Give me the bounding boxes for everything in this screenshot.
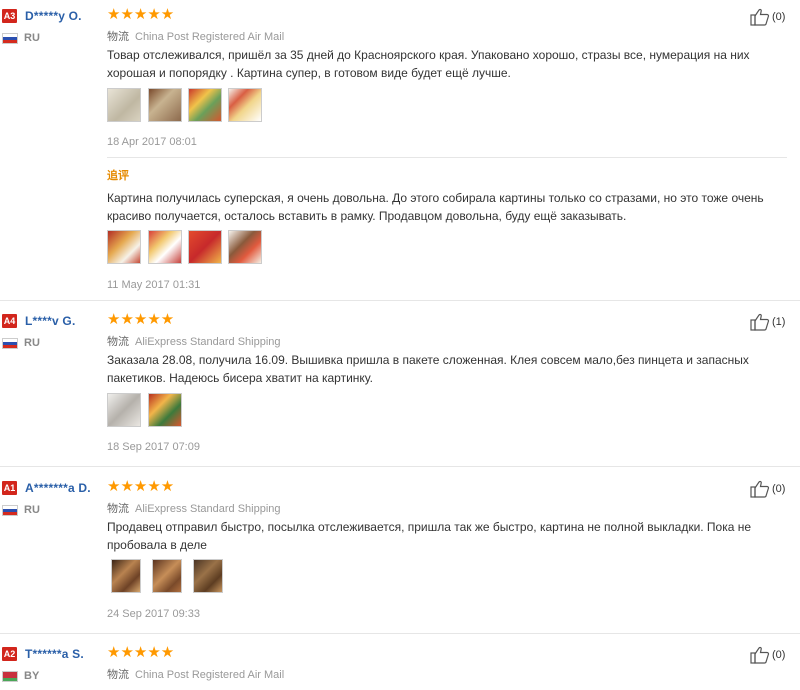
shipping-method: China Post Registered Air Mail [135, 669, 285, 681]
review-photo[interactable] [148, 393, 182, 427]
review-photo[interactable] [148, 230, 182, 264]
buyer-country: BY [24, 670, 40, 682]
buyer-name: A*******a D. [25, 481, 91, 495]
buyer-name: D*****y O. [25, 9, 82, 23]
buyer-name: T******a S. [25, 647, 84, 661]
shipping-label: 物流 [107, 31, 129, 43]
review-photo[interactable] [188, 88, 222, 122]
review-photo[interactable] [228, 230, 262, 264]
flag-icon [2, 33, 18, 44]
flag-icon [2, 338, 18, 349]
divider [0, 633, 800, 634]
buyer-level-badge: A1 [2, 481, 17, 495]
review-date: 18 Apr 2017 08:01 [107, 136, 197, 148]
helpful-count: (0) [772, 483, 786, 495]
shipping-info: 物流 China Post Registered Air Mail [107, 28, 284, 44]
review-photo[interactable] [107, 230, 141, 264]
buyer-country: RU [24, 504, 40, 516]
review-text: Товар отслеживался, пришёл за 35 дней до… [107, 48, 750, 80]
shipping-info: 物流 China Post Registered Air Mail [107, 666, 284, 682]
shipping-info: 物流 AliExpress Standard Shipping [107, 500, 281, 516]
star-rating: ★★★★★ [107, 6, 175, 23]
helpful-count: (0) [772, 649, 786, 661]
review-text: Продавец отправил быстро, посылка отслеж… [107, 520, 752, 552]
helpful-count: (0) [772, 11, 786, 23]
flag-icon [2, 505, 18, 516]
flag-icon [2, 671, 18, 682]
additional-review-text: Картина получилась суперская, я очень до… [107, 191, 764, 223]
shipping-method: AliExpress Standard Shipping [135, 503, 281, 515]
buyer-name: L****v G. [25, 314, 76, 328]
shipping-info: 物流 AliExpress Standard Shipping [107, 333, 281, 349]
review-photo[interactable] [107, 88, 141, 122]
additional-review-date: 11 May 2017 01:31 [107, 279, 201, 291]
review-text: Заказала 28.08, получила 16.09. Вышивка … [107, 353, 749, 385]
shipping-method: AliExpress Standard Shipping [135, 336, 281, 348]
shipping-label: 物流 [107, 669, 129, 681]
star-rating: ★★★★★ [107, 644, 175, 661]
review-date: 24 Sep 2017 09:33 [107, 608, 200, 620]
review-photo[interactable] [148, 88, 182, 122]
divider [0, 466, 800, 467]
helpful-count: (1) [772, 316, 786, 328]
buyer-level-badge: A4 [2, 314, 17, 328]
divider [107, 157, 787, 158]
review-photo[interactable] [193, 559, 223, 593]
thumbs-up-icon [750, 480, 770, 498]
buyer-level-badge: A2 [2, 647, 17, 661]
review-photo[interactable] [111, 559, 141, 593]
thumbs-up-icon [750, 8, 770, 26]
review-date: 18 Sep 2017 07:09 [107, 441, 200, 453]
shipping-method: China Post Registered Air Mail [135, 31, 285, 43]
thumbs-up-icon [750, 646, 770, 664]
star-rating: ★★★★★ [107, 478, 175, 495]
shipping-label: 物流 [107, 336, 129, 348]
star-rating: ★★★★★ [107, 311, 175, 328]
divider [0, 300, 800, 301]
buyer-country: RU [24, 32, 40, 44]
review-photo[interactable] [188, 230, 222, 264]
review-photo[interactable] [152, 559, 182, 593]
shipping-label: 物流 [107, 503, 129, 515]
review-photo[interactable] [228, 88, 262, 122]
thumbs-up-icon [750, 313, 770, 331]
buyer-country: RU [24, 337, 40, 349]
review-photo[interactable] [107, 393, 141, 427]
additional-review-label: 追评 [107, 170, 129, 182]
buyer-level-badge: A3 [2, 9, 17, 23]
